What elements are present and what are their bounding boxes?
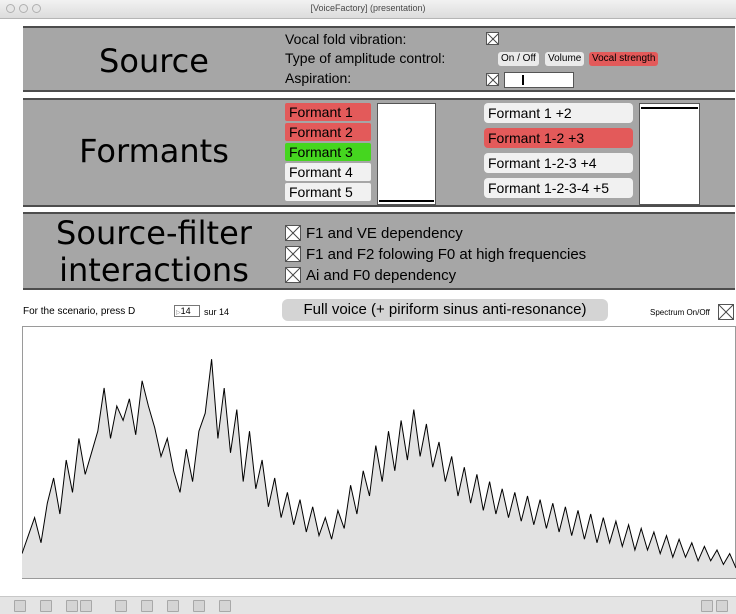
source-filter-heading: Source-filter interactions (23, 215, 285, 289)
formant-2-button[interactable]: Formant 2 (285, 123, 371, 141)
scenario-number-box[interactable]: ▷14 (174, 305, 200, 317)
source-filter-panel: Source-filter interactions F1 and VE dep… (23, 212, 735, 290)
source-filter-heading-line2: interactions (59, 251, 249, 289)
ai-f0-dependency-checkbox[interactable] (285, 267, 301, 283)
spectrum-toggle-checkbox[interactable] (718, 304, 734, 320)
scenario-total: sur 14 (204, 307, 230, 317)
window-title: [VoiceFactory] (presentation) (310, 3, 426, 13)
amplitude-control-label: Type of amplitude control: (285, 50, 446, 66)
patcher-icon[interactable] (167, 600, 179, 612)
aspiration-label: Aspiration: (285, 70, 352, 86)
f1-f2-f0-label: F1 and F2 folowing F0 at high frequencie… (306, 246, 587, 263)
presentation-icon[interactable] (40, 600, 52, 612)
aspiration-checkbox[interactable] (486, 73, 499, 86)
aspiration-slider[interactable] (504, 72, 574, 88)
formant-combination-slider[interactable] (639, 103, 700, 205)
formant-combo-2-button[interactable]: Formant 1-2 +3 (484, 128, 633, 148)
formants-heading: Formants (79, 132, 229, 170)
aspiration-slider-knob[interactable] (522, 75, 525, 85)
f1-ve-dependency-checkbox[interactable] (285, 225, 301, 241)
table-icon[interactable] (193, 600, 205, 612)
vocal-fold-checkbox[interactable] (486, 32, 499, 45)
amplitude-option-on-off[interactable]: On / Off (498, 52, 539, 66)
formant-3-button[interactable]: Formant 3 (285, 143, 371, 161)
scenario-prompt: For the scenario, press D (23, 306, 136, 317)
spectrum-display (22, 326, 736, 579)
formant-4-button[interactable]: Formant 4 (285, 163, 371, 181)
source-heading: Source (99, 42, 209, 80)
formant-combo-3-button[interactable]: Formant 1-2-3 +4 (484, 153, 633, 173)
spectrum-toggle-label: Spectrum On/Off (650, 308, 710, 317)
bottom-toolbar (0, 596, 736, 614)
formant-level-slider[interactable] (377, 103, 436, 205)
info-icon[interactable] (141, 600, 153, 612)
formant-combo-1-button[interactable]: Formant 1 +2 (484, 103, 633, 123)
window-titlebar: [VoiceFactory] (presentation) (0, 0, 736, 19)
amplitude-option-volume[interactable]: Volume (545, 52, 585, 66)
vocal-fold-label: Vocal fold vibration: (285, 31, 407, 47)
window-icon[interactable] (716, 600, 728, 612)
f1-ve-dependency-label: F1 and VE dependency (306, 225, 463, 242)
split-view-icon[interactable] (701, 600, 713, 612)
scenario-current-number: 14 (180, 306, 191, 316)
grid-icon[interactable] (66, 600, 78, 612)
voice-mode-button[interactable]: Full voice (+ piriform sinus anti-resona… (282, 299, 608, 321)
formants-panel: Formants Formant 1 Formant 2 Formant 3 Form… (23, 98, 735, 207)
formant-1-button[interactable]: Formant 1 (285, 103, 371, 121)
snap-icon[interactable] (80, 600, 92, 612)
source-panel: Source Vocal fold vibration: Type of amp… (23, 26, 735, 92)
f1-f2-f0-checkbox[interactable] (285, 246, 301, 262)
amplitude-option-vocal-strength[interactable]: Vocal strength (589, 52, 659, 66)
lock-icon[interactable] (14, 600, 26, 612)
formant-combination-slider-knob[interactable] (641, 106, 698, 109)
source-filter-heading-line1: Source-filter (56, 214, 252, 252)
debug-icon[interactable] (219, 600, 231, 612)
formant-level-slider-knob[interactable] (379, 200, 434, 203)
formant-5-button[interactable]: Formant 5 (285, 183, 371, 201)
ai-f0-dependency-label: Ai and F0 dependency (306, 267, 457, 284)
save-icon[interactable] (115, 600, 127, 612)
formant-combo-4-button[interactable]: Formant 1-2-3-4 +5 (484, 178, 633, 198)
